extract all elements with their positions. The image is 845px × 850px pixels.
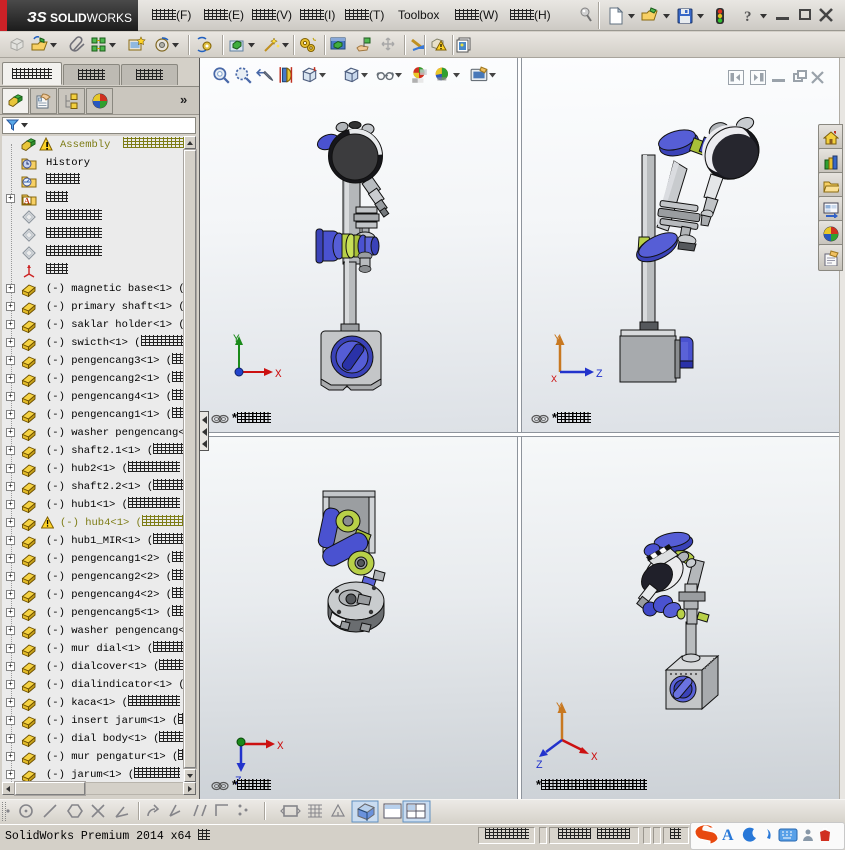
svg-text:Z: Z xyxy=(536,760,543,770)
svg-text:?: ? xyxy=(744,9,752,25)
svg-text:Y: Y xyxy=(554,334,561,346)
svg-text:Y: Y xyxy=(556,702,563,714)
svg-text:Z: Z xyxy=(596,369,603,381)
svg-text:X: X xyxy=(591,752,598,764)
svg-text:X: X xyxy=(277,741,284,753)
svg-text:Y: Y xyxy=(233,334,240,346)
svg-text:X: X xyxy=(551,375,557,386)
svg-text:A: A xyxy=(24,197,30,206)
svg-text:X: X xyxy=(275,369,282,381)
